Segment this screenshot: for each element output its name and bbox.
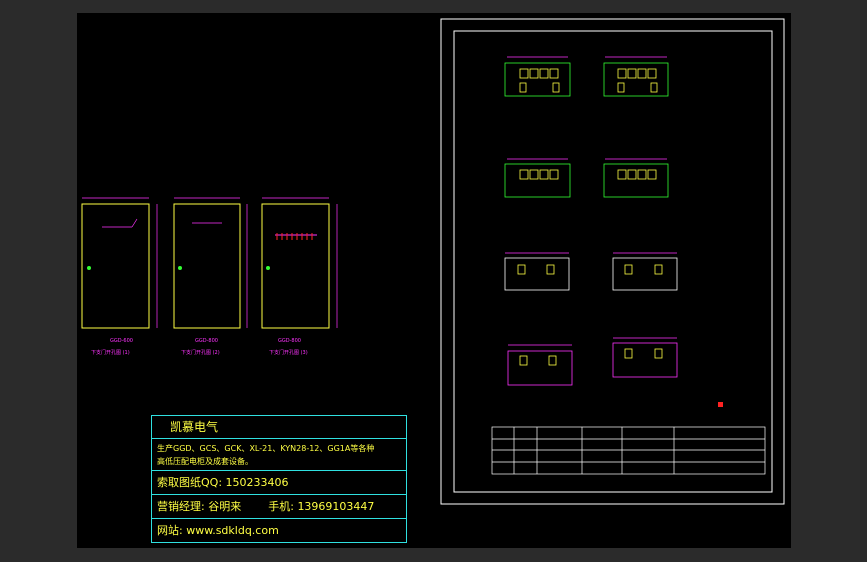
website-url[interactable]: www.sdkldq.com	[186, 524, 279, 537]
cabinet-view-3-caption: 下支门开孔图 (3)	[269, 349, 308, 356]
products-text: 生产GGD、GCS、GCK、XL-21、KYN28-12、GG1A等各种 高低压…	[152, 438, 406, 470]
products-line-1: 生产GGD、GCS、GCK、XL-21、KYN28-12、GG1A等各种	[157, 444, 375, 453]
phone-label: 手机:	[268, 500, 294, 513]
cabinet-view-captions: GGD-600 下支门开孔图 (1) GGD-800 下支门开孔图 (2) GG…	[91, 338, 308, 356]
title-block	[491, 426, 766, 475]
contact-row: 营销经理: 谷明来 手机: 13969103447	[152, 494, 406, 518]
cad-drawing-canvas[interactable]: GGD-600 下支门开孔图 (1) GGD-800 下支门开孔图 (2) GG…	[77, 13, 791, 548]
manager-name: 谷明来	[208, 500, 242, 513]
company-banner: 凯慕电气 生产GGD、GCS、GCK、XL-21、KYN28-12、GG1A等各…	[151, 415, 407, 543]
company-name: 凯慕电气	[170, 420, 219, 434]
cabinet-view-2-caption: 下支门开孔图 (2)	[181, 349, 220, 356]
cabinet-view-2-model: GGD-800	[195, 338, 218, 344]
qq-number: 150233406	[225, 476, 289, 489]
sheet-outer-frame	[440, 18, 785, 505]
cabinet-view-1	[81, 197, 158, 329]
website-row: 网站: www.sdkldq.com	[152, 518, 406, 542]
cabinet-view-3-model: GGD-800	[278, 338, 301, 344]
phone-number: 13969103447	[297, 500, 375, 513]
qq-label: 索取图纸QQ:	[157, 476, 223, 489]
cabinet-view-3	[261, 197, 338, 329]
cabinet-view-1-caption: 下支门开孔图 (1)	[91, 349, 130, 356]
qq-row: 索取图纸QQ: 150233406	[152, 470, 406, 494]
manager-label: 营销经理:	[157, 500, 205, 513]
products-line-2: 高低压配电柜及成套设备。	[157, 457, 253, 466]
website-label: 网站:	[157, 524, 183, 537]
cabinet-view-2	[173, 197, 248, 329]
cabinet-view-1-model: GGD-600	[110, 338, 133, 344]
door-layout-diagrams	[504, 56, 723, 407]
